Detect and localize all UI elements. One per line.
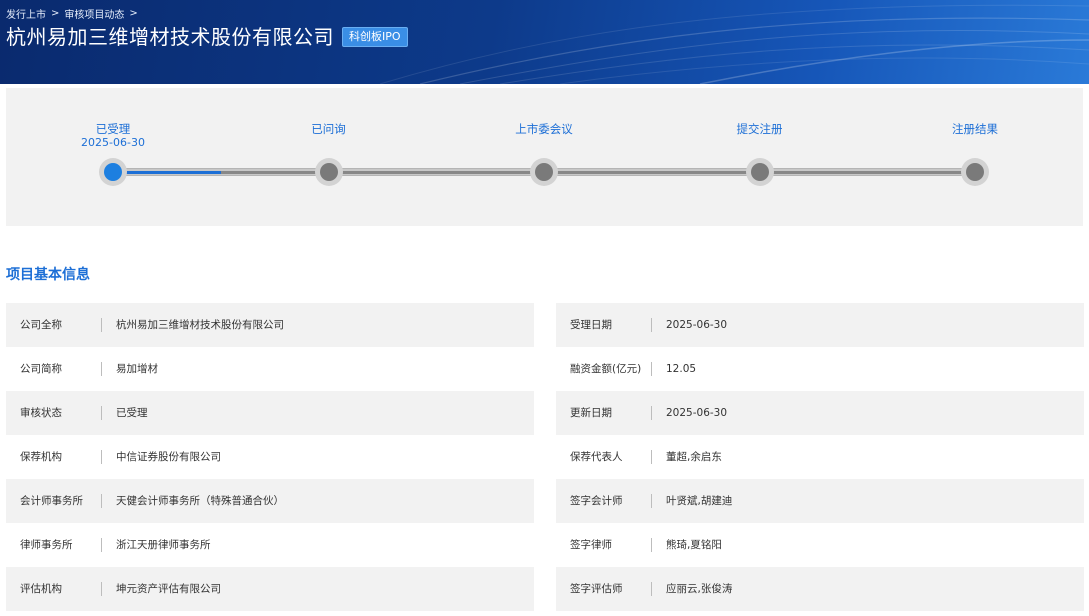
step-dot (319, 163, 338, 181)
info-value: 2025-06-30 (666, 319, 728, 331)
info-value: 熊琦,夏铭阳 (666, 539, 722, 551)
info-table-left: 公司全称 杭州易加三维增材技术股份有限公司 公司简称 易加增材 审核状态 已受理… (6, 303, 534, 611)
step-dot (104, 163, 122, 181)
step-dot (750, 163, 769, 181)
info-label: 审核状态 (6, 406, 102, 420)
table-row: 保荐代表人 董超,余启东 (556, 435, 1084, 479)
table-row: 审核状态 已受理 (6, 391, 534, 435)
info-value: 应丽云,张俊涛 (666, 583, 733, 595)
table-row: 受理日期 2025-06-30 (556, 303, 1084, 347)
info-value: 12.05 (666, 363, 697, 375)
table-row: 公司全称 杭州易加三维增材技术股份有限公司 (6, 303, 534, 347)
info-value: 易加增材 (116, 363, 158, 375)
step-label: 提交注册 (736, 122, 783, 136)
board-tag-badge: 科创板IPO (342, 27, 408, 47)
table-row: 签字律师 熊琦,夏铭阳 (556, 523, 1084, 567)
info-value: 中信证券股份有限公司 (116, 451, 221, 463)
info-label: 公司全称 (6, 318, 102, 332)
info-value: 已受理 (116, 407, 148, 419)
table-row: 律师事务所 浙江天册律师事务所 (6, 523, 534, 567)
info-label: 评估机构 (6, 582, 102, 596)
step-node (314, 158, 343, 186)
table-row: 签字评估师 应丽云,张俊涛 (556, 567, 1084, 611)
step-date: 2025-06-30 (81, 136, 145, 149)
info-label: 签字律师 (556, 538, 652, 552)
review-progress-panel: 已受理 2025-06-30 已问询 上市委会议 提交注册 注册结果 (6, 88, 1083, 226)
table-row: 会计师事务所 天健会计师事务所（特殊普通合伙） (6, 479, 534, 523)
breadcrumb-item-issue-listing[interactable]: 发行上市 (6, 6, 46, 21)
info-label: 融资金额(亿元) (556, 362, 652, 376)
info-label: 保荐代表人 (556, 450, 652, 464)
info-value: 董超,余启东 (666, 451, 722, 463)
title-row: 杭州易加三维增材技术股份有限公司 科创板IPO (6, 24, 408, 50)
info-table-right: 受理日期 2025-06-30 融资金额(亿元) 12.05 更新日期 2025… (556, 303, 1084, 611)
info-value: 浙江天册律师事务所 (116, 539, 211, 551)
chevron-right-icon: > (129, 8, 138, 19)
step-label: 已受理 (95, 122, 131, 136)
progress-track-completed (113, 171, 221, 174)
info-label: 会计师事务所 (6, 494, 102, 508)
breadcrumb: 发行上市 > 审核项目动态 > (6, 6, 138, 21)
step-node (530, 158, 558, 186)
info-value: 2025-06-30 (666, 407, 728, 419)
step-label: 注册结果 (952, 122, 998, 136)
info-label: 律师事务所 (6, 538, 102, 552)
info-value: 坤元资产评估有限公司 (116, 583, 221, 595)
step-label: 上市委会议 (515, 122, 573, 136)
section-title: 项目基本信息 (6, 267, 90, 283)
info-label: 保荐机构 (6, 450, 102, 464)
table-row: 保荐机构 中信证券股份有限公司 (6, 435, 534, 479)
table-row: 更新日期 2025-06-30 (556, 391, 1084, 435)
page-title: 杭州易加三维增材技术股份有限公司 (6, 25, 334, 49)
info-label: 公司简称 (6, 362, 102, 376)
step-dot (966, 163, 984, 181)
info-label: 签字会计师 (556, 494, 652, 508)
info-value: 叶贤斌,胡建迪 (666, 495, 733, 507)
info-label: 更新日期 (556, 406, 652, 420)
step-node (745, 158, 774, 186)
chevron-right-icon: > (51, 8, 60, 19)
info-value: 天健会计师事务所（特殊普通合伙） (116, 495, 284, 507)
table-row: 公司简称 易加增材 (6, 347, 534, 391)
table-row: 评估机构 坤元资产评估有限公司 (6, 567, 534, 611)
step-node (99, 158, 127, 186)
header-banner: 发行上市 > 审核项目动态 > 杭州易加三维增材技术股份有限公司 科创板IPO (0, 0, 1089, 84)
step-node (961, 158, 989, 186)
table-row: 签字会计师 叶贤斌,胡建迪 (556, 479, 1084, 523)
step-label: 已问询 (311, 122, 346, 136)
step-dot (535, 163, 553, 181)
info-label: 签字评估师 (556, 582, 652, 596)
info-value: 杭州易加三维增材技术股份有限公司 (116, 319, 284, 331)
info-label: 受理日期 (556, 318, 652, 332)
table-row: 融资金额(亿元) 12.05 (556, 347, 1084, 391)
breadcrumb-item-review-dynamics[interactable]: 审核项目动态 (64, 6, 124, 21)
